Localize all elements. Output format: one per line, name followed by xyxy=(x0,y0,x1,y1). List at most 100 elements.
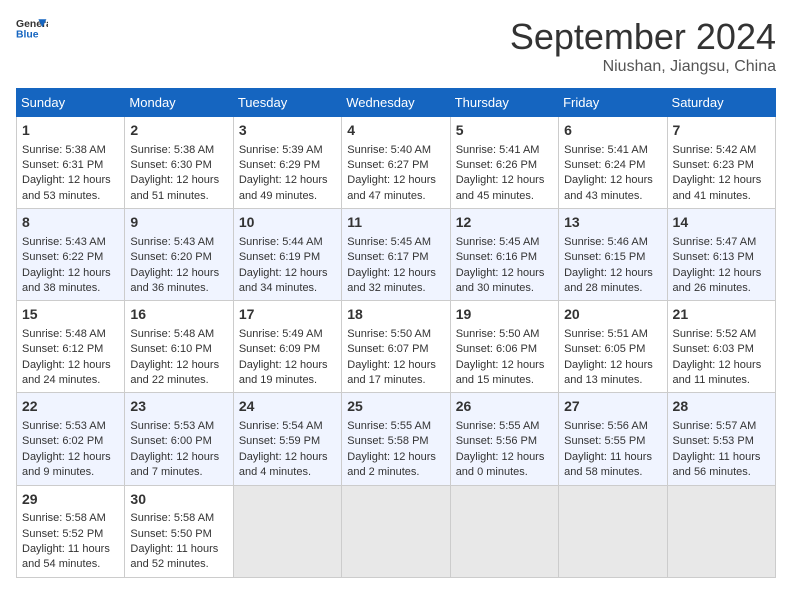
cell-info-line: Daylight: 12 hours xyxy=(673,358,770,373)
calendar-cell: 19 Sunrise: 5:50 AMSunset: 6:06 PMDayligh… xyxy=(450,301,558,393)
page-header: General Blue September 2024 Niushan, Jia… xyxy=(16,16,776,76)
cell-info-line: Daylight: 12 hours xyxy=(22,450,119,465)
cell-info-line: and 0 minutes. xyxy=(456,465,553,480)
cell-info-line: Sunset: 6:16 PM xyxy=(456,250,553,265)
cell-info-line: Sunrise: 5:58 AM xyxy=(130,511,227,526)
cell-info-line: Daylight: 12 hours xyxy=(239,173,336,188)
cell-info-line: Sunrise: 5:39 AM xyxy=(239,143,336,158)
cell-info-line: Daylight: 12 hours xyxy=(564,266,661,281)
calendar-cell: 25 Sunrise: 5:55 AMSunset: 5:58 PMDayligh… xyxy=(342,393,450,485)
cell-info-line: Sunset: 6:07 PM xyxy=(347,342,444,357)
day-number: 4 xyxy=(347,121,444,141)
day-number: 30 xyxy=(130,490,227,510)
month-title: September 2024 xyxy=(510,16,776,58)
day-number: 29 xyxy=(22,490,119,510)
cell-info-line: Sunrise: 5:45 AM xyxy=(347,235,444,250)
cell-info-line: Daylight: 12 hours xyxy=(347,266,444,281)
col-header-monday: Monday xyxy=(125,89,233,117)
day-number: 11 xyxy=(347,213,444,233)
calendar-cell xyxy=(559,485,667,577)
cell-info-line: Daylight: 11 hours xyxy=(564,450,661,465)
cell-info-line: Sunset: 5:53 PM xyxy=(673,434,770,449)
cell-info-line: Sunset: 5:58 PM xyxy=(347,434,444,449)
day-number: 6 xyxy=(564,121,661,141)
day-number: 20 xyxy=(564,305,661,325)
calendar-table: SundayMondayTuesdayWednesdayThursdayFrid… xyxy=(16,88,776,578)
col-header-saturday: Saturday xyxy=(667,89,775,117)
cell-info-line: Sunrise: 5:50 AM xyxy=(456,327,553,342)
day-number: 19 xyxy=(456,305,553,325)
cell-info-line: Sunrise: 5:41 AM xyxy=(456,143,553,158)
day-number: 14 xyxy=(673,213,770,233)
cell-info-line: and 36 minutes. xyxy=(130,281,227,296)
cell-info-line: and 47 minutes. xyxy=(347,189,444,204)
day-number: 1 xyxy=(22,121,119,141)
day-number: 25 xyxy=(347,397,444,417)
cell-info-line: Sunset: 6:12 PM xyxy=(22,342,119,357)
cell-info-line: Sunrise: 5:48 AM xyxy=(130,327,227,342)
col-header-wednesday: Wednesday xyxy=(342,89,450,117)
cell-info-line: Sunrise: 5:46 AM xyxy=(564,235,661,250)
cell-info-line: Daylight: 12 hours xyxy=(239,358,336,373)
cell-info-line: Daylight: 11 hours xyxy=(673,450,770,465)
day-number: 16 xyxy=(130,305,227,325)
cell-info-line: and 4 minutes. xyxy=(239,465,336,480)
calendar-cell: 17Sunrise: 5:49 AMSunset: 6:09 PMDayligh… xyxy=(233,301,341,393)
cell-info-line: and 13 minutes. xyxy=(564,373,661,388)
calendar-cell: 30Sunrise: 5:58 AMSunset: 5:50 PMDayligh… xyxy=(125,485,233,577)
cell-info-line: Sunrise: 5:55 AM xyxy=(347,419,444,434)
cell-info-line: Daylight: 12 hours xyxy=(456,173,553,188)
calendar-cell: 27Sunrise: 5:56 AMSunset: 5:55 PMDayligh… xyxy=(559,393,667,485)
cell-info-line: Sunrise: 5:43 AM xyxy=(22,235,119,250)
cell-info-line: Daylight: 12 hours xyxy=(347,173,444,188)
calendar-cell: 20Sunrise: 5:51 AMSunset: 6:05 PMDayligh… xyxy=(559,301,667,393)
cell-info-line: Sunset: 6:27 PM xyxy=(347,158,444,173)
logo: General Blue xyxy=(16,16,48,40)
calendar-cell xyxy=(667,485,775,577)
cell-info-line: Sunset: 6:20 PM xyxy=(130,250,227,265)
cell-info-line: Daylight: 12 hours xyxy=(456,358,553,373)
day-number: 8 xyxy=(22,213,119,233)
cell-info-line: Sunset: 6:17 PM xyxy=(347,250,444,265)
cell-info-line: and 56 minutes. xyxy=(673,465,770,480)
calendar-cell: 22Sunrise: 5:53 AMSunset: 6:02 PMDayligh… xyxy=(17,393,125,485)
calendar-cell: 28Sunrise: 5:57 AMSunset: 5:53 PMDayligh… xyxy=(667,393,775,485)
cell-info-line: Sunset: 6:22 PM xyxy=(22,250,119,265)
cell-info-line: Sunset: 5:56 PM xyxy=(456,434,553,449)
cell-info-line: Sunset: 6:30 PM xyxy=(130,158,227,173)
cell-info-line: and 22 minutes. xyxy=(130,373,227,388)
cell-info-line: Daylight: 12 hours xyxy=(22,173,119,188)
cell-info-line: Sunset: 6:19 PM xyxy=(239,250,336,265)
cell-info-line: and 49 minutes. xyxy=(239,189,336,204)
cell-info-line: and 54 minutes. xyxy=(22,557,119,572)
col-header-tuesday: Tuesday xyxy=(233,89,341,117)
cell-info-line: Daylight: 12 hours xyxy=(22,358,119,373)
calendar-cell: 3Sunrise: 5:39 AMSunset: 6:29 PMDaylight… xyxy=(233,117,341,209)
cell-info-line: Daylight: 12 hours xyxy=(673,173,770,188)
day-number: 28 xyxy=(673,397,770,417)
cell-info-line: and 58 minutes. xyxy=(564,465,661,480)
day-number: 2 xyxy=(130,121,227,141)
day-number: 15 xyxy=(22,305,119,325)
calendar-cell: 14Sunrise: 5:47 AMSunset: 6:13 PMDayligh… xyxy=(667,209,775,301)
cell-info-line: Sunset: 6:24 PM xyxy=(564,158,661,173)
calendar-cell: 9Sunrise: 5:43 AMSunset: 6:20 PMDaylight… xyxy=(125,209,233,301)
cell-info-line: Sunrise: 5:50 AM xyxy=(347,327,444,342)
day-number: 26 xyxy=(456,397,553,417)
col-header-thursday: Thursday xyxy=(450,89,558,117)
calendar-cell: 26Sunrise: 5:55 AMSunset: 5:56 PMDayligh… xyxy=(450,393,558,485)
day-number: 27 xyxy=(564,397,661,417)
cell-info-line: Sunrise: 5:48 AM xyxy=(22,327,119,342)
day-number: 12 xyxy=(456,213,553,233)
cell-info-line: Daylight: 12 hours xyxy=(347,358,444,373)
calendar-cell: 7Sunrise: 5:42 AMSunset: 6:23 PMDaylight… xyxy=(667,117,775,209)
calendar-cell: 15 Sunrise: 5:48 AMSunset: 6:12 PMDayligh… xyxy=(17,301,125,393)
cell-info-line: Daylight: 12 hours xyxy=(347,450,444,465)
cell-info-line: Daylight: 11 hours xyxy=(22,542,119,557)
cell-info-line: and 38 minutes. xyxy=(22,281,119,296)
cell-info-line: Sunset: 6:23 PM xyxy=(673,158,770,173)
cell-info-line: and 28 minutes. xyxy=(564,281,661,296)
day-number: 18 xyxy=(347,305,444,325)
calendar-cell: 11 Sunrise: 5:45 AMSunset: 6:17 PMDayligh… xyxy=(342,209,450,301)
cell-info-line: Sunset: 6:06 PM xyxy=(456,342,553,357)
